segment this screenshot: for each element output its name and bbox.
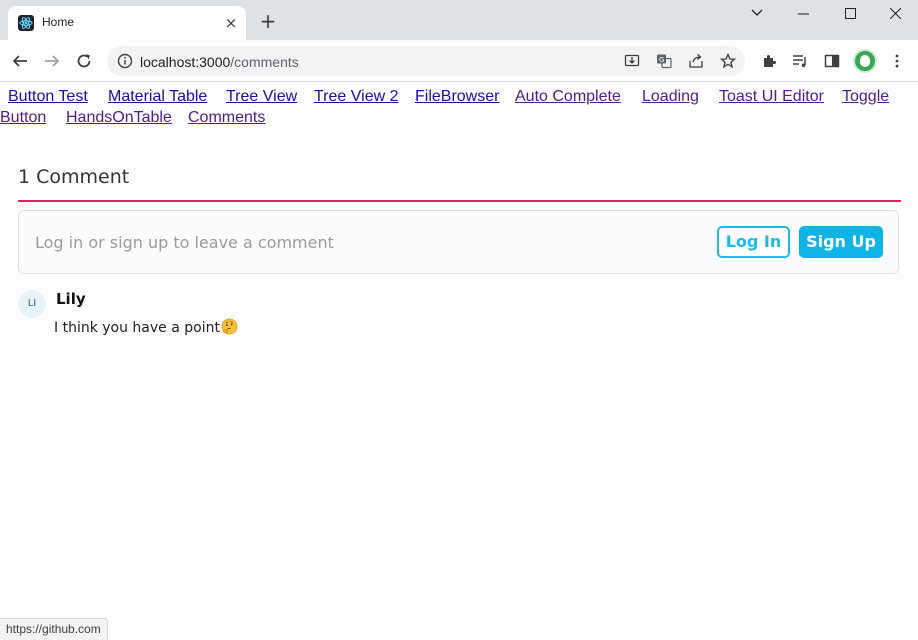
extensions-icon[interactable] (760, 52, 778, 70)
comment-item: LI Lily I think you have a point (18, 288, 898, 348)
nav-link-loading[interactable]: Loading (642, 86, 699, 107)
comments-heading: 1 Comment (18, 166, 130, 188)
svg-text:G: G (659, 56, 664, 64)
more-icon[interactable] (888, 52, 906, 70)
minimize-icon[interactable] (780, 2, 826, 24)
forward-icon[interactable] (40, 49, 64, 73)
nav-link-toggle-button[interactable]: Toggle (842, 86, 889, 107)
info-icon[interactable] (117, 53, 133, 69)
nav-link-auto-complete[interactable]: Auto Complete (515, 86, 621, 107)
maximize-icon[interactable] (827, 2, 873, 24)
comment-login-box: Log in or sign up to leave a comment Log… (18, 210, 899, 274)
tab-title: Home (42, 15, 75, 29)
react-favicon-icon (18, 15, 34, 31)
nav-link-toast-ui-editor[interactable]: Toast UI Editor (719, 86, 824, 107)
tab-strip: Home × + (0, 0, 918, 40)
chevron-down-icon[interactable] (734, 2, 780, 24)
nav-link-handsontable[interactable]: HandsOnTable (66, 107, 172, 128)
avatar: LI (18, 290, 46, 318)
signup-button[interactable]: Sign Up (799, 226, 883, 258)
comment-text: I think you have a point (54, 320, 220, 336)
comment-author: Lily (56, 290, 86, 308)
url-text: localhost:3000/comments (140, 54, 299, 70)
url-host: localhost:3000 (140, 54, 231, 70)
translate-icon[interactable]: G (655, 52, 673, 70)
thinking-face-icon (221, 318, 238, 335)
reload-icon[interactable] (72, 49, 96, 73)
nav-link-toggle-button-cont[interactable]: Button (0, 107, 46, 128)
media-icon[interactable] (791, 52, 809, 70)
login-prompt: Log in or sign up to leave a comment (35, 233, 334, 252)
profile-avatar[interactable] (853, 49, 877, 73)
status-bar-url: https://github.com (0, 618, 108, 640)
nav-link-tree-view-2[interactable]: Tree View 2 (314, 86, 398, 107)
share-icon[interactable] (687, 52, 705, 70)
nav-link-filebrowser[interactable]: FileBrowser (415, 86, 499, 107)
url-path: /comments (230, 54, 299, 70)
nav-link-material-table[interactable]: Material Table (108, 86, 207, 107)
star-icon[interactable] (719, 52, 737, 70)
login-button[interactable]: Log In (717, 226, 790, 258)
comment-body: I think you have a point (54, 318, 238, 336)
side-panel-icon[interactable] (823, 52, 841, 70)
browser-tab[interactable]: Home × (8, 6, 246, 40)
nav-link-button-test[interactable]: Button Test (8, 86, 88, 107)
address-bar[interactable]: localhost:3000/comments G (107, 46, 745, 76)
nav-link-comments[interactable]: Comments (188, 107, 265, 128)
close-window-icon[interactable] (872, 2, 918, 24)
back-icon[interactable] (8, 49, 32, 73)
heading-divider (18, 200, 901, 202)
nav-link-tree-view[interactable]: Tree View (226, 86, 297, 107)
browser-toolbar: localhost:3000/comments G (0, 40, 918, 82)
new-tab-button[interactable]: + (258, 11, 278, 31)
install-icon[interactable] (623, 52, 641, 70)
tab-close-icon[interactable]: × (222, 14, 240, 32)
